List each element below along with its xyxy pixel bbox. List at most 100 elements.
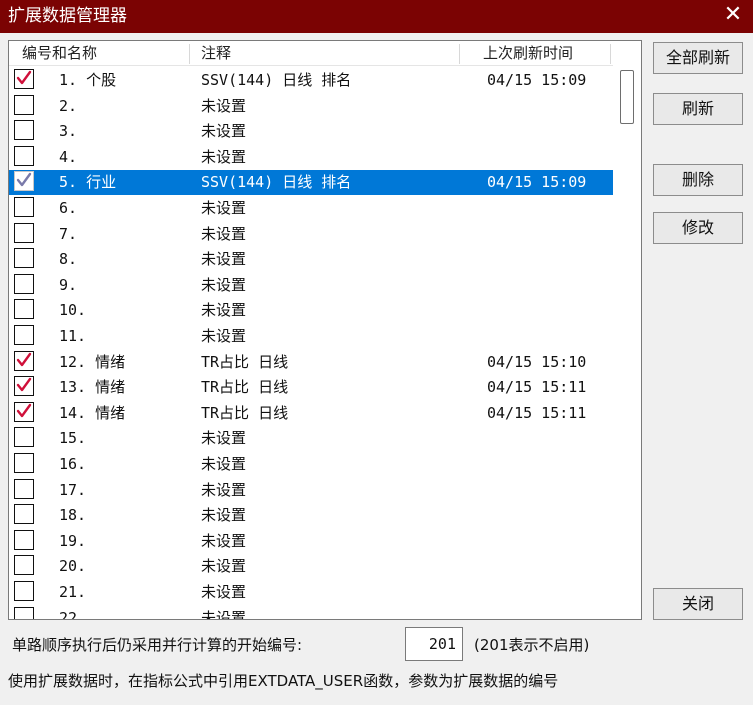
column-header-name[interactable]: 编号和名称 <box>22 41 97 66</box>
row-name: 18. <box>59 506 87 525</box>
checkmark-icon <box>16 377 32 392</box>
close-button[interactable]: 关闭 <box>653 588 743 620</box>
column-divider[interactable] <box>459 44 460 64</box>
row-note: 未设置 <box>201 250 247 269</box>
list-header: 编号和名称 注释 上次刷新时间 <box>9 41 621 66</box>
checkbox-unchecked[interactable] <box>14 145 34 166</box>
list-item[interactable]: 21. 未设置 <box>9 580 613 605</box>
start-number-input[interactable] <box>405 627 463 661</box>
column-divider[interactable] <box>189 44 190 64</box>
row-note: 未设置 <box>201 608 247 620</box>
list-item[interactable]: 20. 未设置 <box>9 554 613 579</box>
list-item[interactable]: 3. 未设置 <box>9 119 613 144</box>
row-name: 19. <box>59 531 87 550</box>
row-note: 未设置 <box>201 583 247 601</box>
row-note: 未设置 <box>201 275 247 294</box>
checkbox-unchecked[interactable] <box>14 325 34 345</box>
data-list[interactable]: 编号和名称 注释 上次刷新时间 1. 个股 SSV(144) 日线 排名 04/15… <box>8 40 642 620</box>
list-item[interactable]: 2. 未设置 <box>9 94 613 119</box>
list-item[interactable]: 18. 未设置 <box>9 503 613 528</box>
checkbox-unchecked[interactable] <box>14 222 34 243</box>
row-note: 未设置 <box>201 429 247 448</box>
row-note: SSV(144) 日线 排名 <box>201 173 352 192</box>
list-item[interactable]: 11. 未设置 <box>9 324 613 349</box>
checkbox-unchecked[interactable] <box>14 299 34 320</box>
row-note: 未设置 <box>201 531 247 550</box>
list-item[interactable]: 4. 未设置 <box>9 145 613 170</box>
checkbox-unchecked[interactable] <box>14 94 34 115</box>
checkbox-unchecked[interactable] <box>14 120 34 141</box>
list-item[interactable]: 1. 个股 SSV(144) 日线 排名 04/15 15:09 <box>9 68 613 93</box>
checkbox-unchecked[interactable] <box>14 529 34 550</box>
checkbox-unchecked[interactable] <box>14 478 34 499</box>
list-item[interactable]: 12. 情绪 TR占比 日线 04/15 15:10 <box>9 350 613 375</box>
checkbox-checked[interactable] <box>14 376 34 397</box>
row-name: 22. <box>59 608 87 620</box>
checkbox-unchecked[interactable] <box>14 581 34 601</box>
checkbox-unchecked[interactable] <box>14 504 34 525</box>
row-time: 04/15 15:09 <box>487 71 587 89</box>
list-item[interactable]: 16. 未设置 <box>9 452 613 477</box>
delete-button[interactable]: 删除 <box>653 164 743 196</box>
row-note: 未设置 <box>201 147 247 166</box>
row-note: TR占比 日线 <box>201 352 289 371</box>
list-item[interactable]: 13. 情绪 TR占比 日线 04/15 15:11 <box>9 375 613 400</box>
checkbox-checked[interactable] <box>14 401 34 422</box>
checkbox-checked[interactable] <box>14 350 34 371</box>
row-note: 未设置 <box>201 224 247 243</box>
extended-data-manager-window: 扩展数据管理器 ✕ 编号和名称 注释 上次刷新时间 1. 个股 SSV(144) … <box>0 0 753 705</box>
checkbox-unchecked[interactable] <box>14 248 34 269</box>
checkmark-icon <box>16 403 32 417</box>
usage-note: 使用扩展数据时，在指标公式中引用EXTDATA_USER函数，参数为扩展数据的编… <box>8 672 559 690</box>
row-name: 9. <box>59 275 78 294</box>
row-note: 未设置 <box>201 301 247 320</box>
row-name: 13. 情绪 <box>59 378 126 397</box>
row-name: 1. 个股 <box>59 71 117 89</box>
list-item[interactable]: 8. 未设置 <box>9 247 613 272</box>
list-item[interactable]: 6. 未设置 <box>9 196 613 221</box>
list-item[interactable]: 15. 未设置 <box>9 426 613 451</box>
row-name: 21. <box>59 583 87 601</box>
row-name: 8. <box>59 250 78 269</box>
start-number-label: 单路顺序执行后仍采用并行计算的开始编号: <box>12 636 303 654</box>
list-item[interactable]: 14. 情绪 TR占比 日线 04/15 15:11 <box>9 401 613 426</box>
scrollbar-thumb[interactable] <box>620 70 634 124</box>
refresh-button[interactable]: 刷新 <box>653 93 743 125</box>
row-note: 未设置 <box>201 480 247 499</box>
refresh-all-button[interactable]: 全部刷新 <box>653 42 743 74</box>
list-item[interactable]: 22. 未设置 <box>9 606 613 620</box>
checkbox-checked[interactable] <box>14 69 34 89</box>
list-item[interactable]: 7. 未设置 <box>9 222 613 247</box>
list-item[interactable]: 17. 未设置 <box>9 478 613 503</box>
row-time: 04/15 15:11 <box>487 403 587 422</box>
row-note: TR占比 日线 <box>201 378 289 397</box>
row-note: 未设置 <box>201 455 247 473</box>
row-note: 未设置 <box>201 122 247 141</box>
vertical-scrollbar[interactable] <box>613 41 641 619</box>
checkbox-checked[interactable] <box>14 171 34 192</box>
checkbox-unchecked[interactable] <box>14 427 34 448</box>
row-name: 4. <box>59 147 78 166</box>
column-header-note[interactable]: 注释 <box>201 41 231 66</box>
row-note: 未设置 <box>201 557 247 576</box>
close-icon[interactable]: ✕ <box>721 3 745 27</box>
checkbox-unchecked[interactable] <box>14 197 34 217</box>
checkbox-unchecked[interactable] <box>14 555 34 576</box>
row-name: 7. <box>59 224 78 243</box>
row-note: 未设置 <box>201 199 247 217</box>
list-item[interactable]: 10. 未设置 <box>9 298 613 323</box>
checkbox-unchecked[interactable] <box>14 273 34 294</box>
checkbox-unchecked[interactable] <box>14 606 34 619</box>
column-header-time[interactable]: 上次刷新时间 <box>483 41 573 66</box>
row-name: 6. <box>59 199 78 217</box>
list-item[interactable]: 19. 未设置 <box>9 529 613 554</box>
checkbox-unchecked[interactable] <box>14 453 34 473</box>
row-time: 04/15 15:09 <box>487 173 587 192</box>
start-number-hint: (201表示不启用) <box>474 636 590 654</box>
row-time: 04/15 15:10 <box>487 352 587 371</box>
modify-button[interactable]: 修改 <box>653 212 743 244</box>
list-item[interactable]: 5. 行业 SSV(144) 日线 排名 04/15 15:09 <box>9 170 613 196</box>
column-divider[interactable] <box>610 44 611 64</box>
list-item[interactable]: 9. 未设置 <box>9 273 613 298</box>
row-name: 10. <box>59 301 87 320</box>
